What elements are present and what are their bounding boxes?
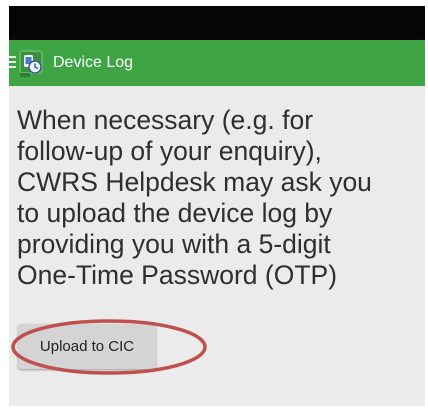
app-bar: Device Log bbox=[9, 40, 425, 86]
app-title: Device Log bbox=[53, 54, 134, 71]
menu-icon[interactable] bbox=[9, 56, 16, 69]
upload-to-cic-button[interactable]: Upload to CIC bbox=[18, 324, 156, 369]
status-bar bbox=[9, 6, 425, 40]
device-log-description: When necessary (e.g. for follow-up of yo… bbox=[17, 105, 372, 290]
device-log-app-icon[interactable] bbox=[18, 48, 46, 78]
phone-screen: Device Log When necessary (e.g. for foll… bbox=[9, 6, 425, 406]
